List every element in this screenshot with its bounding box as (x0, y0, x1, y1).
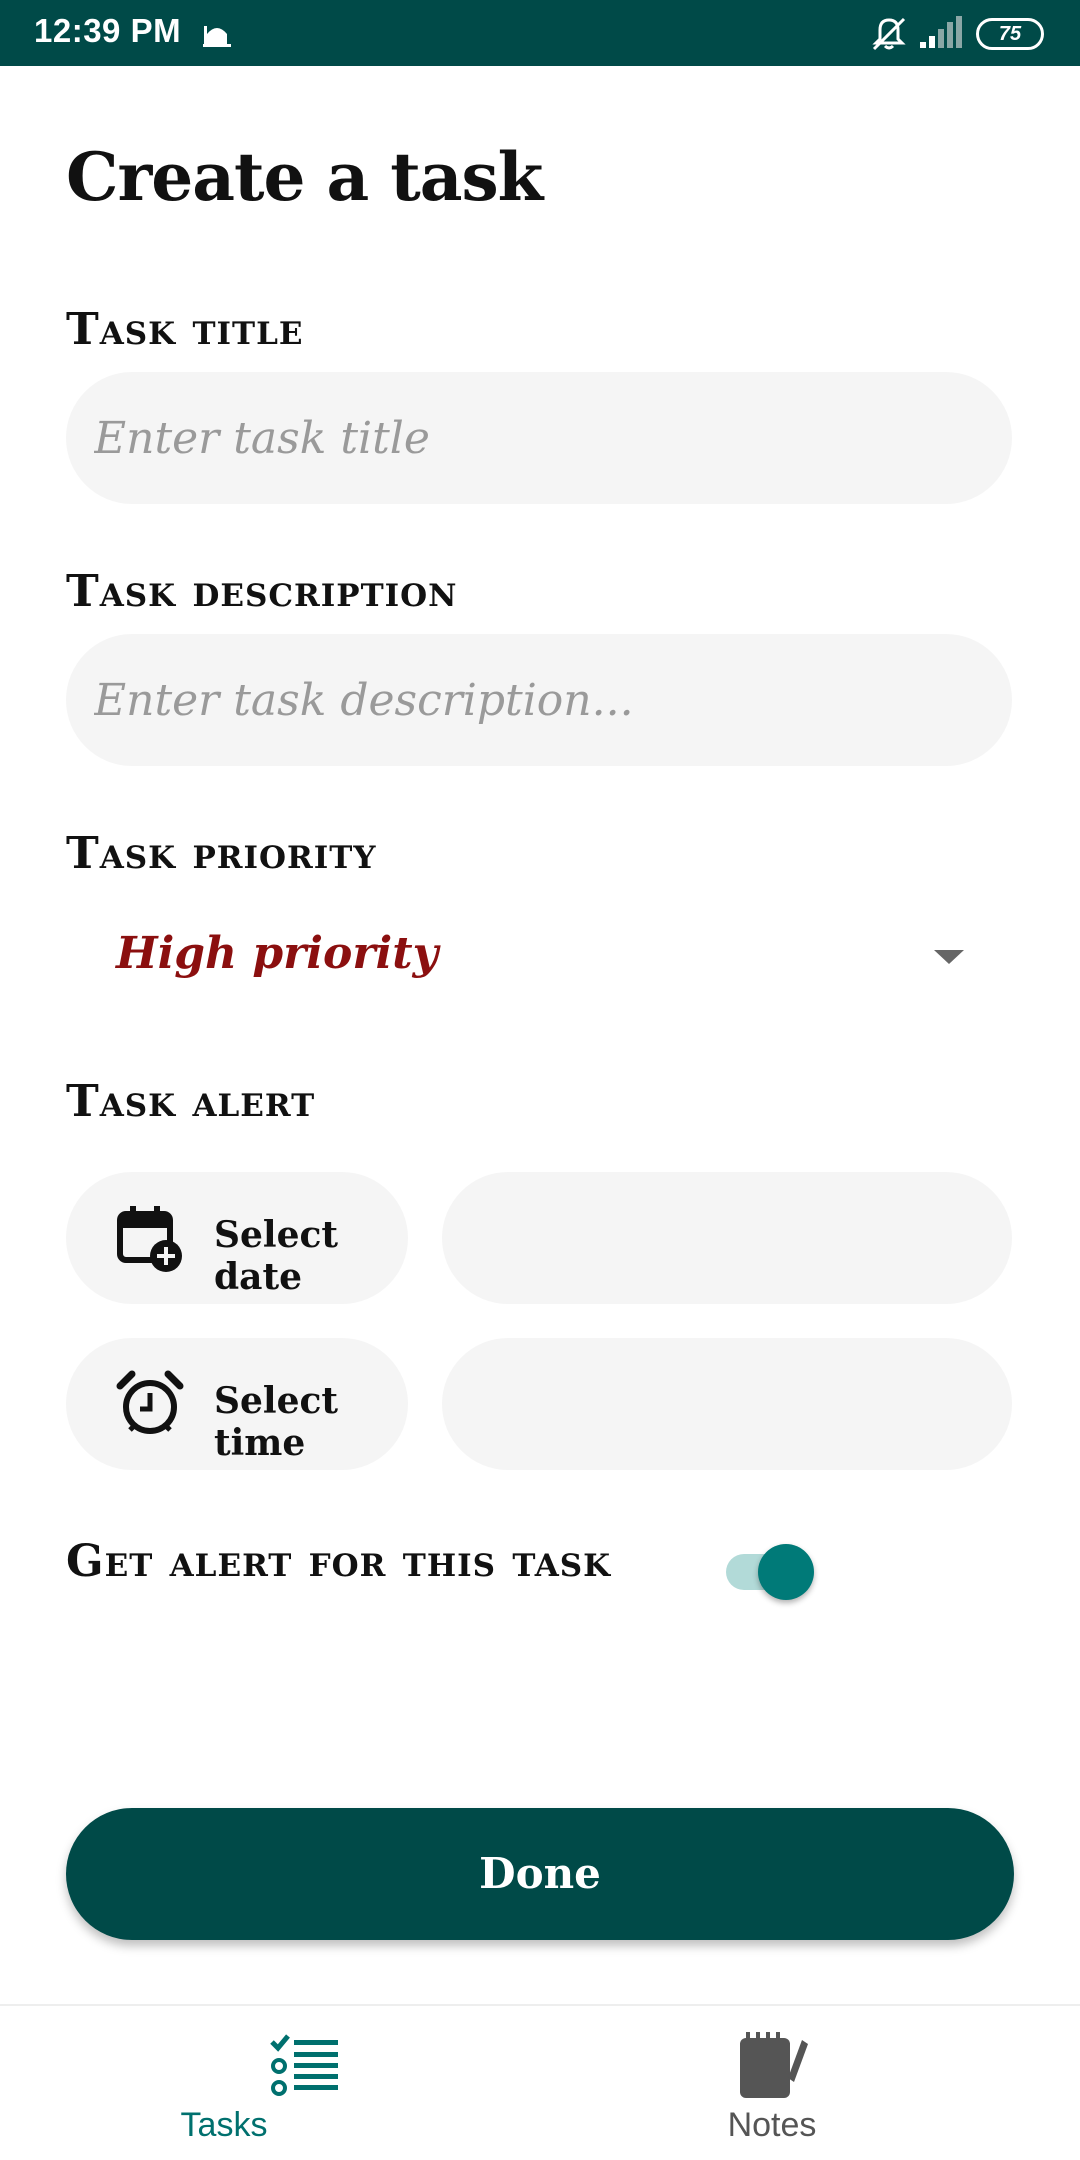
status-time: 12:39 PM (34, 12, 182, 49)
done-button[interactable]: Done (66, 1808, 1014, 1940)
select-time-label: Select time (214, 1380, 339, 1464)
status-bar: 12:39 PM 75 (0, 0, 1080, 66)
select-date-label: Select date (214, 1214, 339, 1298)
mosque-icon (203, 26, 231, 47)
select-time-button[interactable]: Select time (66, 1338, 408, 1470)
bell-off-icon (872, 17, 906, 51)
get-alert-label: Get alert for this task (66, 1536, 612, 1587)
battery-indicator: 75 (976, 18, 1044, 50)
alarm-clock-icon (116, 1370, 184, 1434)
checklist-icon (270, 2034, 338, 2096)
select-date-button[interactable]: Select date (66, 1172, 408, 1304)
task-title-input[interactable] (94, 372, 984, 504)
task-title-label: Task title (66, 304, 304, 355)
task-description-field[interactable] (66, 634, 1012, 766)
toggle-thumb (758, 1544, 814, 1600)
task-alert-label: Task alert (66, 1076, 316, 1127)
calendar-add-icon (117, 1206, 182, 1272)
nav-tasks-label: Tasks (180, 2106, 268, 2144)
priority-selected-value: High priority (116, 928, 439, 979)
nav-item-notes[interactable]: Notes (502, 2006, 1042, 2160)
task-description-label: Task description (66, 566, 458, 617)
task-priority-label: Task priority (66, 828, 377, 879)
time-value-field[interactable] (442, 1338, 1012, 1470)
date-value-field[interactable] (442, 1172, 1012, 1304)
priority-dropdown[interactable]: High priority (66, 910, 1012, 1006)
get-alert-toggle[interactable] (724, 1544, 814, 1600)
nav-notes-label: Notes (727, 2106, 817, 2144)
dropdown-arrow-icon (934, 950, 964, 964)
nav-item-tasks[interactable]: Tasks (34, 2006, 574, 2160)
signal-icon (920, 16, 962, 48)
notepad-icon (740, 2032, 808, 2098)
bottom-navigation: Tasks Notes (0, 2004, 1080, 2160)
task-description-input[interactable] (94, 634, 984, 766)
task-title-field[interactable] (66, 372, 1012, 504)
page-title: Create a task (66, 138, 543, 216)
